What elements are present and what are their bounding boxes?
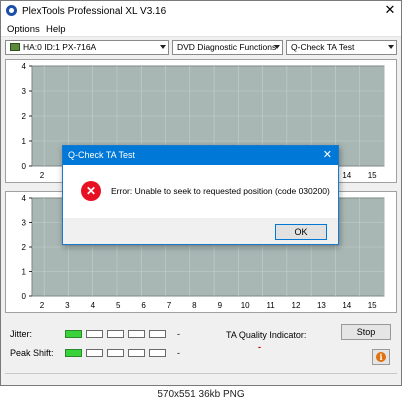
meter-segment (86, 349, 103, 357)
x-tick-label: 12 (292, 301, 301, 310)
error-icon: ✕ (81, 181, 101, 201)
function-select[interactable]: DVD Diagnostic Functions (172, 40, 283, 55)
x-tick-label: 13 (317, 301, 326, 310)
meter-segment (65, 349, 82, 357)
info-icon: i (376, 352, 386, 362)
y-tick-label: 0 (22, 162, 27, 171)
menu-bar: Options Help (1, 21, 401, 37)
menu-help[interactable]: Help (46, 24, 66, 35)
ta-quality-label: TA Quality Indicator: (226, 330, 307, 340)
meter-segment (86, 330, 103, 338)
test-select-value: Q-Check TA Test (291, 42, 355, 52)
x-tick-label: 2 (40, 171, 45, 180)
meter-segment (107, 349, 124, 357)
x-tick-label: 4 (91, 301, 96, 310)
title-bar: PlexTools Professional XL V3.16 ✕ (1, 1, 401, 21)
meter-segment (149, 349, 166, 357)
dialog-title: Q-Check TA Test (68, 150, 136, 160)
y-tick-label: 4 (22, 194, 27, 203)
meter-segment (149, 330, 166, 338)
meter-segment (65, 330, 82, 338)
peak-shift-value: - (177, 348, 180, 358)
x-tick-label: 7 (167, 301, 172, 310)
function-select-value: DVD Diagnostic Functions (177, 42, 277, 52)
info-button[interactable]: i (372, 349, 390, 365)
y-tick-label: 2 (22, 112, 27, 121)
error-dialog: Q-Check TA Test ✕ ✕ Error: Unable to see… (62, 145, 339, 245)
window-close-button[interactable]: ✕ (383, 3, 397, 17)
x-tick-label: 10 (241, 301, 250, 310)
ta-quality-value: - (258, 342, 261, 352)
status-panel: Jitter: - Peak Shift: - TA Quality Indic… (5, 319, 397, 369)
x-tick-label: 3 (65, 301, 70, 310)
dialog-close-button[interactable]: ✕ (323, 146, 332, 165)
stop-button[interactable]: Stop (341, 324, 391, 340)
drive-icon (10, 43, 20, 51)
y-tick-label: 4 (22, 62, 27, 71)
x-tick-label: 15 (368, 301, 377, 310)
y-tick-label: 1 (22, 268, 27, 277)
x-tick-label: 5 (116, 301, 121, 310)
status-bar (5, 373, 397, 385)
x-tick-label: 8 (192, 301, 197, 310)
meter-segment (128, 330, 145, 338)
peak-shift-label: Peak Shift: (10, 348, 54, 358)
y-tick-label: 2 (22, 243, 27, 252)
peak-shift-meter (65, 349, 175, 358)
dialog-title-bar: Q-Check TA Test ✕ (63, 146, 338, 165)
x-tick-label: 2 (40, 301, 45, 310)
y-tick-label: 3 (22, 219, 27, 228)
meter-segment (107, 330, 124, 338)
jitter-meter (65, 330, 175, 339)
x-tick-label: 9 (218, 301, 223, 310)
meter-segment (128, 349, 145, 357)
x-tick-label: 15 (368, 171, 377, 180)
menu-options[interactable]: Options (7, 24, 40, 35)
x-tick-label: 6 (141, 301, 146, 310)
image-caption: 570x551 36kb PNG (0, 386, 402, 404)
drive-select-value: HA:0 ID:1 PX-716A (23, 42, 97, 52)
drive-select[interactable]: HA:0 ID:1 PX-716A (5, 40, 169, 55)
x-tick-label: 14 (342, 171, 351, 180)
x-tick-label: 11 (266, 301, 275, 310)
chevron-down-icon (388, 45, 394, 49)
ok-button[interactable]: OK (275, 224, 327, 240)
window-title: PlexTools Professional XL V3.16 (22, 6, 167, 17)
jitter-label: Jitter: (10, 329, 33, 339)
test-select[interactable]: Q-Check TA Test (286, 40, 397, 55)
plextools-app-icon (6, 5, 17, 16)
chevron-down-icon (160, 45, 166, 49)
x-tick-label: 14 (342, 301, 351, 310)
dialog-footer: OK (63, 218, 338, 244)
chevron-down-icon (274, 45, 280, 49)
jitter-value: - (177, 329, 180, 339)
dialog-message: Error: Unable to seek to requested posit… (111, 186, 330, 196)
y-tick-label: 0 (22, 292, 27, 301)
y-tick-label: 3 (22, 87, 27, 96)
y-tick-label: 1 (22, 137, 27, 146)
